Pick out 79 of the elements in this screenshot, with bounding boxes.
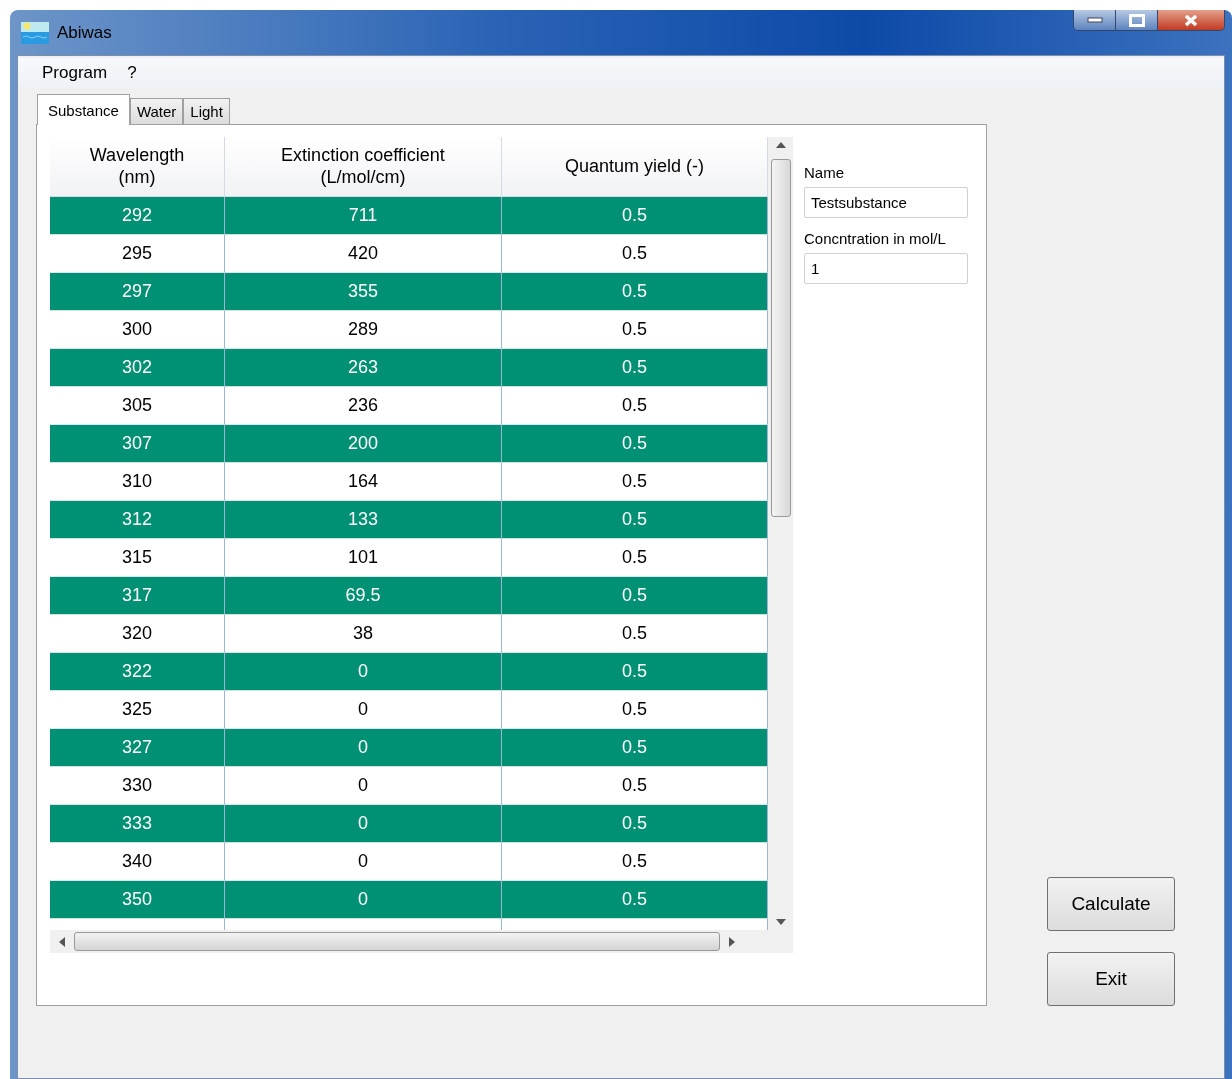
table-cell: 0.5 bbox=[502, 463, 768, 501]
table-cell: 0.5 bbox=[502, 235, 768, 273]
table-cell: 312 bbox=[50, 501, 225, 539]
table-cell: 0.5 bbox=[502, 615, 768, 653]
table-cell: 0.5 bbox=[502, 653, 768, 691]
close-button[interactable] bbox=[1158, 10, 1224, 30]
minimize-button[interactable] bbox=[1074, 10, 1116, 30]
maximize-button[interactable] bbox=[1116, 10, 1158, 30]
table-cell: 0.5 bbox=[502, 805, 768, 843]
tab[interactable]: Water bbox=[129, 98, 184, 124]
menu-item[interactable]: ? bbox=[117, 59, 147, 87]
input-field[interactable]: Testsubstance bbox=[804, 187, 968, 218]
table-cell: 38 bbox=[225, 615, 502, 653]
table-cell: 333 bbox=[50, 805, 225, 843]
table-cell: 0 bbox=[225, 691, 502, 729]
table-cell: 0.5 bbox=[502, 767, 768, 805]
table-cell: 420 bbox=[225, 235, 502, 273]
maximize-icon bbox=[1128, 13, 1145, 27]
field-label: Concntration in mol/L bbox=[804, 230, 947, 247]
table-cell: 0.5 bbox=[502, 273, 768, 311]
table-cell: 0 bbox=[225, 881, 502, 919]
table-cell: 315 bbox=[50, 539, 225, 577]
table-cell: 0 bbox=[225, 843, 502, 881]
table-cell: 300 bbox=[50, 311, 225, 349]
table-cell: 69.5 bbox=[225, 577, 502, 615]
table-cell: 307 bbox=[50, 425, 225, 463]
table-cell: 289 bbox=[225, 311, 502, 349]
table-cell: 711 bbox=[225, 197, 502, 235]
column-header: Quantum yield (-) bbox=[502, 137, 768, 197]
action-button[interactable]: Calculate bbox=[1047, 877, 1175, 931]
table-cell: 0.5 bbox=[502, 881, 768, 919]
table-cell: 0.5 bbox=[502, 729, 768, 767]
table-cell: 322 bbox=[50, 653, 225, 691]
table-cell: 310 bbox=[50, 463, 225, 501]
table-cell: 0 bbox=[225, 729, 502, 767]
table-cell: 320 bbox=[50, 615, 225, 653]
table-cell: 0.5 bbox=[502, 539, 768, 577]
table-cell: 0 bbox=[225, 805, 502, 843]
table-cell: 0.5 bbox=[502, 197, 768, 235]
table-cell: 0 bbox=[225, 653, 502, 691]
table-cell: 317 bbox=[50, 577, 225, 615]
table-cell: 0.5 bbox=[502, 577, 768, 615]
table-cell: 350 bbox=[50, 881, 225, 919]
table-cell: 0 bbox=[225, 767, 502, 805]
minimize-icon bbox=[1086, 17, 1103, 23]
table-cell: 305 bbox=[50, 387, 225, 425]
table-cell: 330 bbox=[50, 767, 225, 805]
table-cell: 292 bbox=[50, 197, 225, 235]
field-label: Name bbox=[804, 164, 845, 181]
column-header: Wavelength (nm) bbox=[50, 137, 225, 197]
table-cell: 200 bbox=[225, 425, 502, 463]
table-cell: 325 bbox=[50, 691, 225, 729]
menu-item[interactable]: Program bbox=[32, 59, 118, 87]
table-cell: 263 bbox=[225, 349, 502, 387]
table-cell: 327 bbox=[50, 729, 225, 767]
table-cell: 101 bbox=[225, 539, 502, 577]
action-button[interactable]: Exit bbox=[1047, 952, 1175, 1006]
input-field[interactable]: 1 bbox=[804, 253, 968, 284]
close-icon bbox=[1183, 13, 1199, 27]
table-cell: 295 bbox=[50, 235, 225, 273]
column-header: Extinction coefficient (L/mol/cm) bbox=[225, 137, 502, 197]
table-cell: 0.5 bbox=[502, 349, 768, 387]
table-cell: 297 bbox=[50, 273, 225, 311]
table-cell: 340 bbox=[50, 843, 225, 881]
app-icon bbox=[21, 21, 49, 44]
table-cell: 302 bbox=[50, 349, 225, 387]
table-cell: 355 bbox=[225, 273, 502, 311]
table-cell: 164 bbox=[225, 463, 502, 501]
table-cell: 0.5 bbox=[502, 311, 768, 349]
table-cell: 0.5 bbox=[502, 387, 768, 425]
window-title: Abiwas bbox=[57, 22, 112, 43]
table-cell: 0.5 bbox=[502, 425, 768, 463]
table-cell: 0.5 bbox=[502, 843, 768, 881]
table-cell: 0.5 bbox=[502, 501, 768, 539]
table-cell: 133 bbox=[225, 501, 502, 539]
table-cell: 236 bbox=[225, 387, 502, 425]
tab[interactable]: Substance bbox=[37, 94, 130, 125]
tab[interactable]: Light bbox=[183, 98, 230, 124]
table-cell: 0.5 bbox=[502, 691, 768, 729]
